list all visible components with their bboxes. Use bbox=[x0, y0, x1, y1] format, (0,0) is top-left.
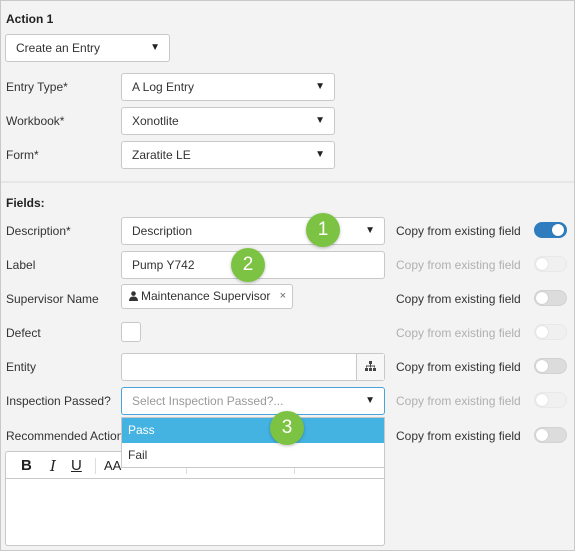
caret-down-icon: ▼ bbox=[315, 115, 325, 126]
caret-down-icon: ▼ bbox=[365, 225, 375, 236]
inspection-copy-toggle[interactable] bbox=[534, 392, 567, 408]
toggle-knob bbox=[536, 394, 548, 406]
workbook-select[interactable]: Xonotlite ▼ bbox=[121, 107, 335, 135]
workbook-value: Xonotlite bbox=[132, 114, 179, 128]
defect-checkbox[interactable] bbox=[121, 322, 141, 342]
inspection-options-list: Pass Fail bbox=[121, 417, 385, 468]
supervisor-copy-label: Copy from existing field bbox=[396, 292, 521, 306]
entity-copy-toggle[interactable] bbox=[534, 358, 567, 374]
font-size-button[interactable]: AA bbox=[104, 458, 121, 473]
inspection-placeholder: Select Inspection Passed?... bbox=[132, 394, 284, 408]
form-select[interactable]: Zaratite LE ▼ bbox=[121, 141, 335, 169]
entry-type-value: A Log Entry bbox=[132, 80, 195, 94]
toggle-knob bbox=[552, 224, 564, 236]
entry-type-label: Entry Type* bbox=[6, 80, 68, 94]
form-label: Form* bbox=[6, 148, 39, 162]
recommended-copy-label: Copy from existing field bbox=[396, 429, 521, 443]
toolbar-separator bbox=[95, 458, 96, 474]
section-divider bbox=[1, 181, 574, 183]
toggle-knob bbox=[536, 360, 548, 372]
recommended-copy-toggle[interactable] bbox=[534, 427, 567, 443]
supervisor-value: Maintenance Supervisor bbox=[141, 289, 271, 303]
underline-button[interactable]: U bbox=[71, 457, 82, 474]
label-copy-label: Copy from existing field bbox=[396, 258, 521, 272]
person-icon bbox=[129, 291, 138, 301]
callout-badge-1: 1 bbox=[306, 213, 340, 247]
italic-button[interactable]: I bbox=[50, 457, 56, 475]
caret-down-icon: ▼ bbox=[315, 149, 325, 160]
workbook-label: Workbook* bbox=[6, 114, 65, 128]
entity-input[interactable] bbox=[121, 353, 385, 381]
caret-down-icon: ▼ bbox=[365, 395, 375, 406]
form-value: Zaratite LE bbox=[132, 148, 191, 162]
toggle-knob bbox=[536, 429, 548, 441]
entity-label: Entity bbox=[6, 360, 37, 374]
entry-type-select[interactable]: A Log Entry ▼ bbox=[121, 73, 335, 101]
toggle-knob bbox=[536, 258, 548, 270]
entity-copy-label: Copy from existing field bbox=[396, 360, 521, 374]
description-copy-toggle[interactable] bbox=[534, 222, 567, 238]
description-value: Description bbox=[132, 224, 193, 238]
option-pass[interactable]: Pass bbox=[122, 418, 384, 443]
defect-copy-label: Copy from existing field bbox=[396, 326, 521, 340]
description-label: Description* bbox=[6, 224, 71, 238]
description-select[interactable]: Description ▼ bbox=[121, 217, 385, 245]
inspection-copy-label: Copy from existing field bbox=[396, 394, 521, 408]
recommended-action-editor[interactable] bbox=[5, 478, 385, 546]
caret-down-icon: ▼ bbox=[150, 42, 160, 53]
supervisor-copy-toggle[interactable] bbox=[534, 290, 567, 306]
action-type-value: Create an Entry bbox=[16, 41, 101, 55]
label-copy-toggle[interactable] bbox=[534, 256, 567, 272]
supervisor-label: Supervisor Name bbox=[6, 292, 99, 306]
recommended-label: Recommended Action bbox=[6, 429, 124, 443]
callout-badge-2: 2 bbox=[231, 248, 265, 282]
defect-label: Defect bbox=[6, 326, 41, 340]
label-field-label: Label bbox=[6, 258, 36, 272]
fields-title: Fields: bbox=[6, 196, 45, 210]
entity-lookup-button[interactable] bbox=[356, 354, 384, 380]
hierarchy-icon bbox=[365, 361, 376, 371]
action-type-select[interactable]: Create an Entry ▼ bbox=[5, 34, 170, 62]
option-fail[interactable]: Fail bbox=[122, 443, 384, 468]
inspection-select[interactable]: Select Inspection Passed?... ▼ bbox=[121, 387, 385, 415]
defect-copy-toggle[interactable] bbox=[534, 324, 567, 340]
inspection-label: Inspection Passed? bbox=[6, 394, 111, 408]
supervisor-chip[interactable]: Maintenance Supervisor × bbox=[121, 284, 293, 309]
bold-button[interactable]: B bbox=[21, 457, 32, 474]
toggle-knob bbox=[536, 292, 548, 304]
caret-down-icon: ▼ bbox=[315, 81, 325, 92]
toggle-knob bbox=[536, 326, 548, 338]
remove-icon[interactable]: × bbox=[280, 285, 286, 308]
description-copy-label: Copy from existing field bbox=[396, 224, 521, 238]
action-title: Action 1 bbox=[6, 12, 54, 26]
callout-badge-3: 3 bbox=[270, 411, 304, 445]
